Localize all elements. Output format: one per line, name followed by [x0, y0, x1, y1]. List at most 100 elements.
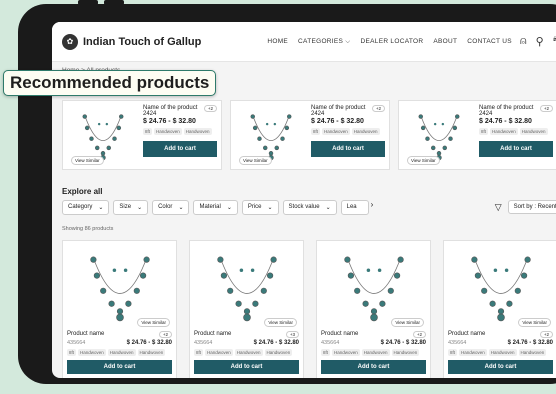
product-info: +2 Name of the product 2424 $ 24.76 - $ … — [307, 105, 385, 165]
product-tag: Handwoven — [490, 128, 518, 135]
add-to-cart-button[interactable]: Add to cart — [321, 360, 426, 374]
tag-list: 8ft Handwoven Handwoven — [311, 128, 385, 135]
product-image[interactable]: View Similar — [67, 105, 139, 167]
product-tag: Handwoven — [518, 349, 547, 356]
card-title-row: Product name +2 — [67, 331, 172, 338]
product-tag: Handwoven — [459, 349, 487, 356]
product-price: $ 24.76 - $ 32.80 — [253, 340, 299, 346]
product-name: Product name — [67, 331, 105, 337]
sort-dropdown[interactable]: Sort by : Recent first — [507, 200, 556, 214]
results-count: Showing 86 products — [62, 226, 114, 232]
product-name: Product name — [321, 331, 359, 337]
menu-about[interactable]: ABOUT — [433, 38, 457, 46]
filter-chip[interactable]: Size ⌄ — [113, 200, 149, 215]
device-button — [104, 0, 124, 5]
view-similar-button[interactable]: View Similar — [239, 156, 272, 165]
recommended-card[interactable]: View Similar +2 Name of the product 2424… — [62, 100, 222, 170]
menu-home[interactable]: HOME — [267, 38, 288, 46]
card-title-row: Product name +2 — [448, 331, 553, 338]
necklace-image — [470, 256, 531, 322]
view-similar-button[interactable]: View Similar — [518, 318, 551, 327]
product-tag: Handwoven — [107, 349, 136, 356]
product-tag: 8ft — [479, 128, 489, 135]
filter-label: Price — [247, 204, 262, 210]
recommended-callout: Recommended products — [3, 70, 217, 96]
chevron-down-icon: ⌄ — [98, 205, 104, 211]
necklace-image — [216, 256, 277, 322]
add-to-cart-button[interactable]: Add to cart — [448, 360, 553, 374]
product-tag: Handwoven — [264, 349, 293, 356]
menu-dealer-locator[interactable]: DEALER LOCATOR — [361, 38, 424, 46]
menu-categories[interactable]: CATEGORIES ⌵ — [298, 38, 350, 46]
product-name: Product name — [194, 331, 232, 337]
filter-chip[interactable]: Color ⌄ — [152, 200, 190, 215]
product-tag: Handwoven — [234, 349, 263, 356]
product-tag: Handwoven — [351, 128, 380, 135]
view-similar-button[interactable]: View Similar — [71, 156, 104, 165]
filter-chip[interactable]: Stock value ⌄ — [282, 200, 337, 215]
product-info: +2 Name of the product 2424 $ 24.76 - $ … — [475, 105, 553, 165]
necklace-image — [89, 256, 150, 322]
product-sku: 435664 — [321, 340, 340, 346]
view-similar-button[interactable]: View Similar — [391, 318, 424, 327]
product-card[interactable]: View Similar Product name +2 435664 $ 24… — [62, 240, 177, 378]
filter-chip[interactable]: Material ⌄ — [193, 200, 238, 215]
filter-chip[interactable]: Category ⌄ — [62, 200, 110, 215]
filter-icon[interactable]: ▽ — [495, 202, 502, 213]
product-card[interactable]: View Similar Product name +2 435664 $ 24… — [443, 240, 556, 378]
filter-label: Stock value — [288, 204, 320, 210]
product-image[interactable]: View Similar — [194, 245, 299, 329]
product-sku: 435664 — [194, 340, 213, 346]
view-similar-button[interactable]: View Similar — [407, 156, 440, 165]
card-price-row: 435664 $ 24.76 - $ 32.80 — [67, 340, 172, 346]
product-image[interactable]: View Similar — [448, 245, 553, 329]
product-tag: Handwoven — [391, 349, 420, 356]
product-card[interactable]: View Similar Product name +2 435664 $ 24… — [316, 240, 431, 378]
recommended-card[interactable]: View Similar +2 Name of the product 2424… — [398, 100, 556, 170]
add-to-cart-button[interactable]: Add to cart — [311, 141, 385, 157]
product-price: $ 24.76 - $ 32.80 — [311, 118, 364, 125]
filter-chip[interactable]: Price ⌄ — [241, 200, 279, 215]
filter-label: Lea — [346, 204, 357, 210]
variant-badge: +2 — [539, 331, 553, 338]
filter-label: Size — [119, 204, 132, 210]
product-image[interactable]: View Similar — [321, 245, 426, 329]
product-tag: 8ft — [194, 349, 204, 356]
chevron-down-icon: ⌄ — [178, 205, 184, 211]
view-similar-button[interactable]: View Similar — [264, 318, 297, 327]
filter-chip[interactable]: Lea — [340, 200, 369, 215]
menu-contact[interactable]: CONTACT US — [467, 38, 512, 46]
card-title-row: Product name +3 — [194, 331, 299, 338]
product-image[interactable]: View Similar — [403, 105, 475, 167]
necklace-image — [82, 114, 124, 161]
product-image[interactable]: View Similar — [235, 105, 307, 167]
product-info: +2 Name of the product 2424 $ 24.76 - $ … — [139, 105, 217, 165]
user-icon[interactable]: ⍝ — [520, 35, 527, 49]
search-icon[interactable]: ⚲ — [536, 35, 544, 49]
add-to-cart-button[interactable]: Add to cart — [143, 141, 217, 157]
chevron-right-icon[interactable]: › — [371, 200, 374, 215]
cart-icon[interactable]: ⛍ — [553, 35, 556, 49]
product-tag: 8ft — [321, 349, 331, 356]
product-tag: 8ft — [311, 128, 321, 135]
product-tag: 8ft — [448, 349, 458, 356]
variant-badge: +2 — [412, 331, 426, 338]
add-to-cart-button[interactable]: Add to cart — [67, 360, 172, 374]
recommended-card[interactable]: View Similar +2 Name of the product 2424… — [230, 100, 390, 170]
explore-title: Explore all — [62, 187, 103, 196]
product-image[interactable]: View Similar — [67, 245, 172, 329]
top-nav: ✿ Indian Touch of Gallup HOME CATEGORIES… — [52, 22, 556, 62]
recommended-row: View Similar +2 Name of the product 2424… — [62, 100, 556, 170]
product-card[interactable]: View Similar Product name +3 435664 $ 24… — [189, 240, 304, 378]
product-tag: Handwoven — [183, 128, 212, 135]
chevron-down-icon: ⌄ — [267, 205, 273, 211]
product-tag: Handwoven — [519, 128, 548, 135]
product-price: $ 24.76 - $ 32.80 — [479, 118, 532, 125]
add-to-cart-button[interactable]: Add to cart — [479, 141, 553, 157]
view-similar-button[interactable]: View Similar — [137, 318, 170, 327]
chevron-down-icon: ⌄ — [325, 205, 331, 211]
add-to-cart-button[interactable]: Add to cart — [194, 360, 299, 374]
filter-bar: Category ⌄ Size ⌄ Color ⌄ Material ⌄ Price ⌄ Stock… — [62, 200, 373, 215]
logo-icon[interactable]: ✿ — [62, 33, 78, 50]
brand-name[interactable]: Indian Touch of Gallup — [83, 36, 201, 48]
